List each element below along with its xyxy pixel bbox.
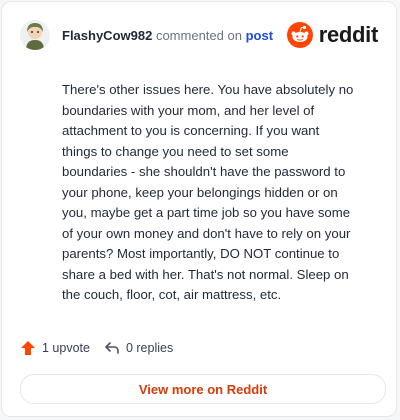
comment-line: boundaries with your mom, and her level … <box>62 102 315 118</box>
comment-line: attachment to you is concerning. If you … <box>62 123 320 138</box>
view-more-label: View more on Reddit <box>138 381 268 397</box>
replies-button[interactable]: 0 replies <box>104 340 173 356</box>
avatar[interactable] <box>20 20 50 50</box>
comment-line: things to change you need to set some <box>62 143 289 159</box>
post-link[interactable]: post <box>246 28 273 43</box>
comment-header: FlashyCow982 commented on post reddit <box>20 20 378 50</box>
comment-line: of your own money and don't have to rely… <box>62 225 351 241</box>
reddit-brand[interactable]: reddit <box>286 22 379 48</box>
comment-line: share a bed with her. That's not normal.… <box>62 266 349 282</box>
view-more-button[interactable]: View more on Reddit <box>20 374 386 404</box>
comment-meta: FlashyCow982 commented on post <box>62 28 273 43</box>
comment-actions: 1 upvote 0 replies <box>20 340 173 356</box>
comment-line: your phone, keep your belongings hidden … <box>62 184 338 200</box>
comment-line: There's other issues here. You have abso… <box>62 82 354 97</box>
reply-arrow-icon <box>105 342 119 354</box>
reddit-wordmark: reddit <box>318 22 379 47</box>
comment-body: There's other issues here. You have abso… <box>62 80 384 306</box>
username[interactable]: FlashyCow982 <box>62 28 152 43</box>
action-text: commented on <box>155 27 242 43</box>
comment-line: the couch, floor, cot, air mattress, etc… <box>62 287 282 302</box>
comment-line: parents? Most importantly, DO NOT contin… <box>62 246 340 261</box>
upvote-count: 1 upvote <box>42 341 90 355</box>
reddit-logo-icon <box>286 22 313 48</box>
upvote-arrow-icon <box>21 341 35 355</box>
comment-line: boundaries - she shouldn't have the pass… <box>62 164 346 179</box>
comment-embed-card: FlashyCow982 commented on post reddit Th… <box>1 1 397 417</box>
replies-count: 0 replies <box>125 341 174 355</box>
upvote-button[interactable]: 1 upvote <box>20 340 90 356</box>
comment-line: you, maybe get a part time job so you ha… <box>62 205 351 220</box>
avatar-icon <box>20 20 50 50</box>
